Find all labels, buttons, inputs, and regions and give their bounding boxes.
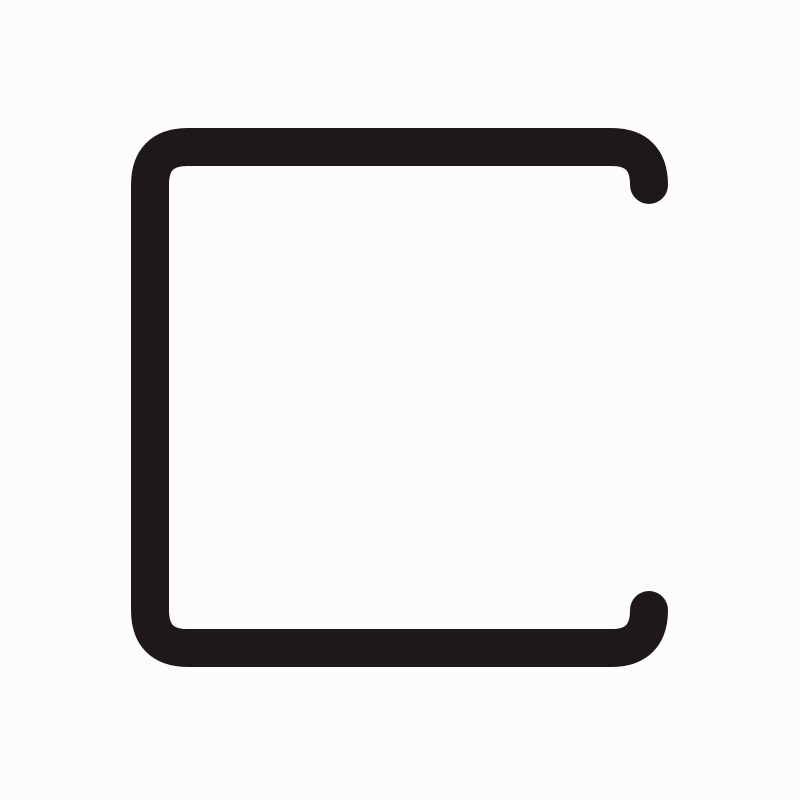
bracket-outline	[131, 128, 668, 667]
icon-canvas	[0, 0, 800, 800]
open-square-bracket-icon	[131, 128, 668, 667]
